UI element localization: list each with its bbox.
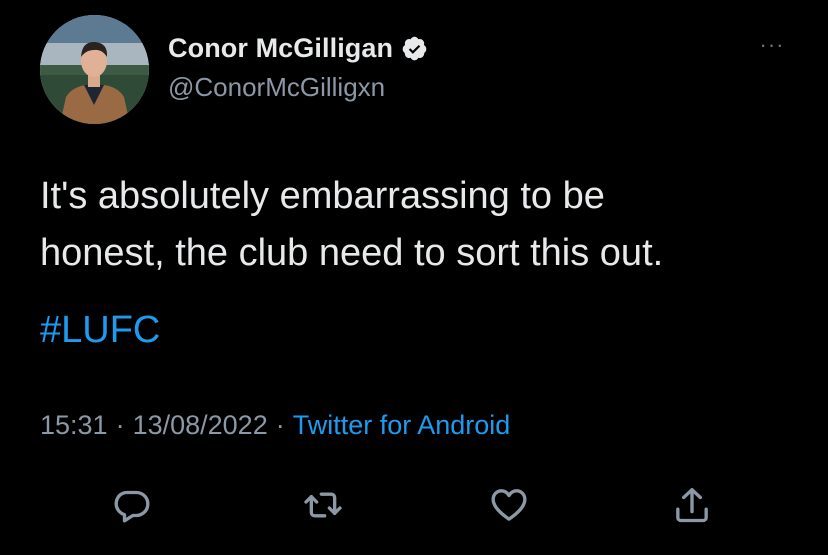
reply-icon <box>114 490 150 523</box>
action-bar <box>0 480 828 530</box>
user-handle[interactable]: @ConorMcGilligxn <box>168 72 385 103</box>
more-options-button[interactable]: ··· <box>752 30 792 60</box>
hashtag-link[interactable]: #LUFC <box>40 302 160 359</box>
avatar[interactable] <box>40 15 149 124</box>
profile-photo-icon <box>40 15 149 124</box>
reply-button[interactable] <box>107 480 157 530</box>
heart-icon <box>491 489 527 521</box>
author-name-row[interactable]: Conor McGilligan <box>168 30 428 66</box>
retweet-icon <box>304 492 342 518</box>
tweet-text-line: honest, the club need to sort this out. <box>40 232 664 274</box>
share-icon <box>676 488 708 523</box>
tweet-metadata: 15:31 · 13/08/2022 · Twitter for Android <box>40 410 510 441</box>
meta-separator: · <box>275 410 285 440</box>
verified-badge-icon <box>401 35 428 62</box>
retweet-button[interactable] <box>298 480 348 530</box>
display-name[interactable]: Conor McGilligan <box>168 33 393 64</box>
tweet-date[interactable]: 13/08/2022 <box>133 410 268 441</box>
tweet-source-link[interactable]: Twitter for Android <box>293 410 511 441</box>
tweet-text-line: It's absolutely embarrassing to be <box>40 175 605 217</box>
like-button[interactable] <box>484 480 534 530</box>
tweet-text: It's absolutely embarrassing to be hones… <box>40 168 800 282</box>
share-button[interactable] <box>667 480 717 530</box>
tweet-time[interactable]: 15:31 <box>40 410 108 441</box>
meta-separator: · <box>115 410 125 440</box>
tweet-card: Conor McGilligan @ConorMcGilligxn ··· It… <box>0 0 828 555</box>
